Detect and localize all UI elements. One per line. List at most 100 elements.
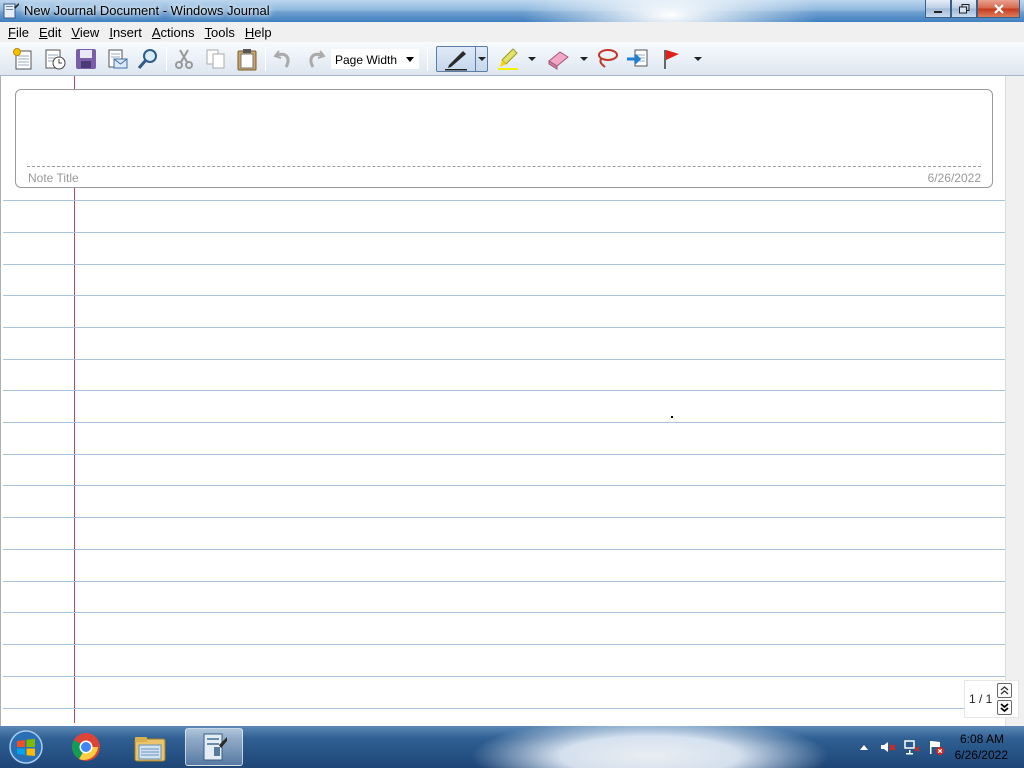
menu-insert[interactable]: Insert [104,25,147,40]
action-center-flag-icon[interactable] [928,739,944,755]
taskbar-chrome[interactable] [57,728,115,766]
ink-dot [671,416,673,418]
file-explorer-icon [134,737,166,762]
open-note-button[interactable] [42,46,68,72]
ruled-line [3,644,1006,645]
cut-button[interactable] [171,46,197,72]
ruled-line [3,295,1006,296]
menu-file[interactable]: File [3,25,34,40]
page-navigator: 1 / 1 [964,680,1019,718]
menu-help[interactable]: Help [240,25,277,40]
new-note-button[interactable] [10,46,36,72]
menu-bar: File Edit View Insert Actions Tools Help [0,22,1024,42]
menu-view[interactable]: View [66,25,104,40]
flag-icon [664,50,679,69]
windows-journal-icon [203,733,227,761]
windows-start-icon [9,730,43,764]
save-icon [76,49,96,69]
previous-page-button[interactable] [997,683,1012,698]
copy-button[interactable] [203,46,229,72]
ruled-line [3,422,1006,423]
clock-date[interactable]: 6/26/2022 [955,748,1008,762]
toolbar-separator [166,47,167,71]
pen-split [475,47,476,71]
copy-icon [206,49,225,69]
insert-space-icon [627,49,648,67]
menu-edit[interactable]: Edit [34,25,66,40]
highlighter-dropdown-icon[interactable] [528,57,536,61]
restore-button[interactable] [951,0,977,18]
send-email-button[interactable] [104,46,130,72]
next-page-button[interactable] [997,700,1012,715]
ruled-line [3,676,1006,677]
note-title-area[interactable]: Note Title 6/26/2022 [15,89,993,188]
toolbar-separator [265,47,266,71]
ruled-line [3,200,1006,201]
open-icon [45,49,66,70]
pen-tool-button[interactable] [436,46,488,72]
ruled-line [3,581,1006,582]
pen-dropdown-icon[interactable] [478,57,486,61]
clock-time[interactable]: 6:08 AM [960,732,1004,746]
chevron-down-icon[interactable] [406,57,414,62]
restore-icon [958,3,969,13]
menu-help-accelerator: H [244,24,255,40]
undo-button[interactable] [271,46,297,72]
menu-tools[interactable]: Tools [200,25,240,40]
title-divider [27,166,981,167]
flag-dropdown-icon[interactable] [694,57,702,61]
highlighter-button[interactable] [495,46,521,72]
note-date: 6/26/2022 [927,171,981,185]
note-title-placeholder[interactable]: Note Title [28,171,79,185]
find-icon [137,49,157,69]
eraser-button[interactable] [545,46,571,72]
taskbar-file-explorer[interactable] [121,728,179,766]
windows-journal-app-icon[interactable] [3,3,20,19]
paste-button[interactable] [234,46,260,72]
redo-button[interactable] [302,46,328,72]
flag-button[interactable] [658,46,684,72]
close-button[interactable] [977,0,1020,18]
menu-view-accelerator: V [71,24,80,40]
double-chevron-up-icon [1000,686,1009,695]
minimize-button[interactable] [925,0,951,18]
show-hidden-icons-icon[interactable] [856,739,872,755]
title-bar: New Journal Document - Windows Journal [0,0,1024,22]
menu-file-accelerator: F [8,24,16,40]
eraser-icon [548,51,569,70]
insert-space-button[interactable] [624,46,650,72]
toolbar-separator [427,47,428,71]
menu-tools-label: ools [211,24,235,40]
cut-icon [175,49,193,69]
system-tray: 6:08 AM 6/26/2022 [854,726,1024,768]
menu-edit-accelerator: E [38,24,48,40]
page-count: 1 / 1 [969,692,993,706]
menu-help-label: elp [254,24,272,40]
ruled-line [3,359,1006,360]
ruled-line [3,264,1006,265]
volume-muted-icon[interactable] [880,739,896,755]
menu-actions[interactable]: Actions [147,25,200,40]
save-button[interactable] [73,46,99,72]
undo-icon [273,50,290,68]
find-button[interactable] [135,46,161,72]
ruled-line [3,454,1006,455]
menu-insert-label: nsert [112,24,142,40]
network-icon[interactable] [904,739,920,755]
zoom-value: Page Width [335,53,398,67]
ruled-line [3,612,1006,613]
pen-icon [445,51,467,71]
taskbar-windows-journal[interactable] [185,728,243,766]
new-note-icon [13,48,32,70]
start-button[interactable] [6,728,46,766]
redo-icon [309,50,326,68]
close-icon [993,3,1004,14]
chrome-icon [72,733,100,761]
menu-file-label: ile [15,24,29,40]
lasso-select-button[interactable] [594,46,620,72]
journal-page[interactable]: Note Title 6/26/2022 1 / 1 [0,76,1024,726]
zoom-select[interactable]: Page Width [331,49,419,69]
eraser-dropdown-icon[interactable] [580,57,588,61]
menu-edit-label: dit [47,24,62,40]
vertical-scrollbar[interactable] [1005,76,1024,726]
